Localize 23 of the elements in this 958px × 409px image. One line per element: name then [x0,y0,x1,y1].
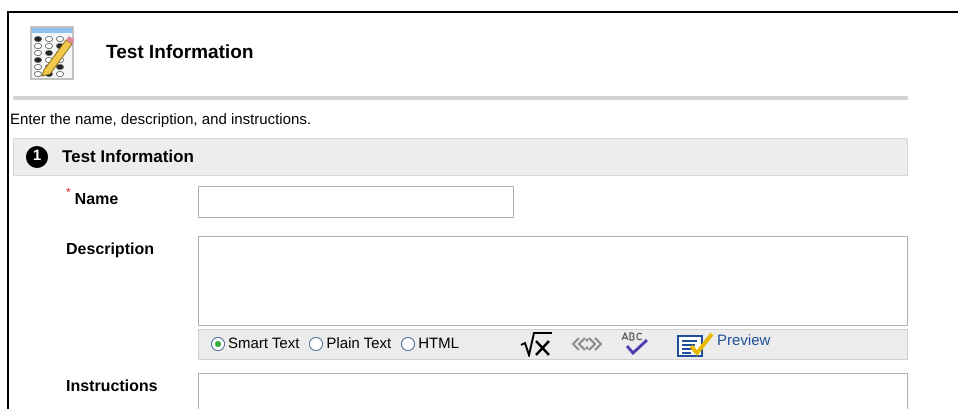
link-icon[interactable] [571,336,604,352]
radio-label[interactable]: HTML [418,332,460,356]
math-icon[interactable] [519,331,554,357]
field-label: Description [66,240,154,260]
step-number-badge: 1 [26,146,48,168]
name-field[interactable] [198,186,514,218]
instructions-text: Enter the name, description, and instructions. [10,110,312,130]
instructions-field[interactable] [198,372,908,409]
field-label: Name [74,190,118,210]
document-check-icon [675,330,716,358]
radio-label[interactable]: Plain Text [326,332,392,356]
section-title: Test Information [62,146,194,168]
description-field[interactable] [198,236,908,326]
radio-button[interactable] [309,337,324,351]
spellcheck-icon[interactable] [619,332,650,356]
radio-label[interactable]: Smart Text [228,332,300,356]
page-title: Test Information [106,40,254,65]
preview-button[interactable]: Preview [675,330,770,358]
answer-sheet-pencil-icon [30,26,74,80]
field-label: Instructions [66,376,158,396]
required-asterisk: * [66,186,71,198]
radio-button[interactable] [211,337,225,351]
radio-button[interactable] [401,337,416,351]
